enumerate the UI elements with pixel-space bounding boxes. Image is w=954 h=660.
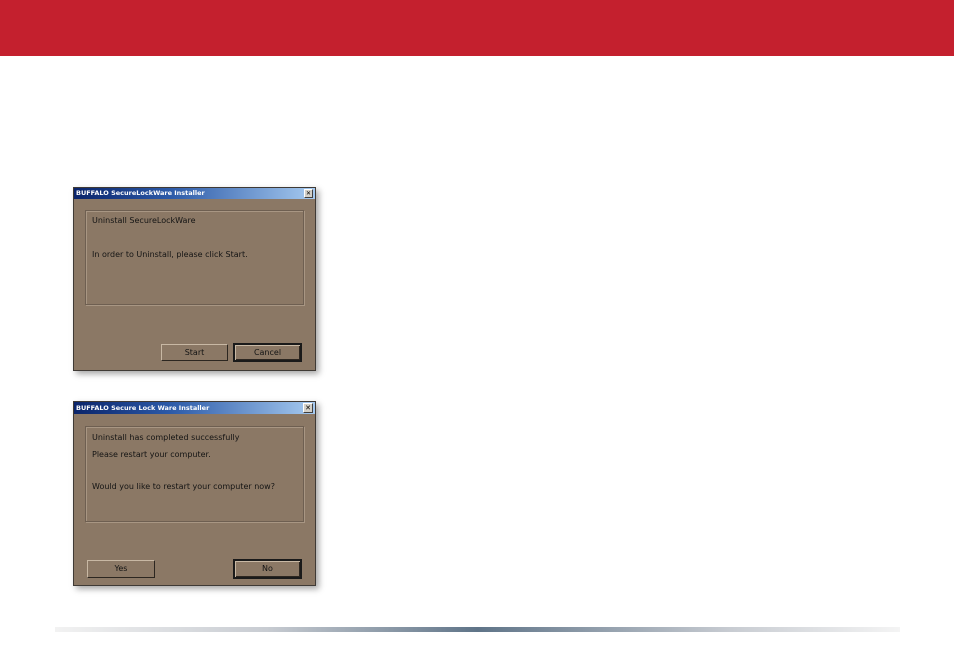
completion-message: Uninstall has completed successfully <box>92 433 240 442</box>
close-icon[interactable]: ✕ <box>304 189 313 198</box>
restart-question: Would you like to restart your computer … <box>92 482 275 491</box>
dialog-heading: Uninstall SecureLockWare <box>92 216 196 225</box>
uninstall-start-dialog: BUFFALO SecureLockWare Installer ✕ Unins… <box>73 187 316 371</box>
yes-button[interactable]: Yes <box>87 560 155 578</box>
restart-instruction: Please restart your computer. <box>92 450 211 459</box>
dialog-titlebar[interactable]: BUFFALO SecureLockWare Installer ✕ <box>74 188 315 199</box>
uninstall-complete-dialog: BUFFALO Secure Lock Ware Installer ✕ Uni… <box>73 401 316 586</box>
footer-divider <box>55 627 900 632</box>
start-button[interactable]: Start <box>161 344 228 361</box>
no-button[interactable]: No <box>233 559 302 579</box>
cancel-button[interactable]: Cancel <box>233 343 302 362</box>
dialog-message: In order to Uninstall, please click Star… <box>92 250 248 259</box>
dialog-title: BUFFALO Secure Lock Ware Installer <box>76 404 210 412</box>
header-band <box>0 0 954 56</box>
dialog-titlebar[interactable]: BUFFALO Secure Lock Ware Installer ✕ <box>74 402 315 414</box>
dialog-title: BUFFALO SecureLockWare Installer <box>76 189 205 197</box>
close-icon[interactable]: ✕ <box>303 403 313 413</box>
